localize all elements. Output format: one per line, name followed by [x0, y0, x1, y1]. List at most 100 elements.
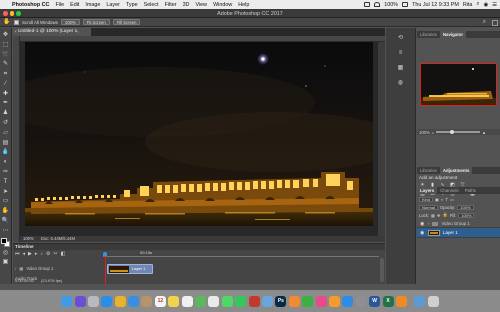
hand-tool-icon[interactable]: ✋: [1, 207, 10, 216]
history-icon[interactable]: ⟲: [396, 34, 405, 42]
brush-tool-icon[interactable]: ✒: [1, 99, 10, 108]
dodge-tool-icon[interactable]: ◐: [1, 158, 10, 167]
workspace-icon[interactable]: [492, 19, 498, 26]
dock-photo-booth-icon[interactable]: [248, 295, 260, 307]
vertical-ruler[interactable]: [13, 36, 20, 242]
battery-icon[interactable]: [402, 2, 409, 7]
dock-chrome-icon[interactable]: [114, 295, 126, 307]
settings-icon[interactable]: ⚙: [46, 251, 50, 257]
rectangle-tool-icon[interactable]: ▭: [1, 197, 10, 206]
dock-maps-icon[interactable]: [195, 295, 207, 307]
transition-icon[interactable]: ◧: [61, 251, 66, 257]
menu-filter[interactable]: Filter: [165, 2, 177, 8]
zoom-out-icon[interactable]: ▵: [432, 130, 434, 135]
navigator-zoom-slider[interactable]: [435, 129, 480, 134]
dock-calendar-icon[interactable]: 12: [154, 295, 166, 307]
canvas[interactable]: [25, 42, 373, 226]
dock-itunes-icon[interactable]: [315, 295, 327, 307]
foreground-color-swatch[interactable]: [1, 238, 7, 245]
layer-row-video-group[interactable]: ◉ › Video Group 1: [417, 220, 500, 228]
navigator-preview[interactable]: [420, 63, 497, 106]
dock-excel-icon[interactable]: X: [382, 295, 394, 307]
navigator-zoom-knob[interactable]: [449, 129, 454, 134]
lock-all-icon[interactable]: 🔒: [443, 212, 448, 218]
blur-tool-icon[interactable]: 💧: [1, 148, 10, 157]
lasso-tool-icon[interactable]: ➰: [1, 51, 10, 60]
gradient-tool-icon[interactable]: ▤: [1, 139, 10, 148]
timeline-title[interactable]: Timeline: [13, 244, 385, 250]
battery-percent[interactable]: 100%: [384, 2, 398, 8]
playhead-line[interactable]: [105, 256, 106, 285]
quick-select-tool-icon[interactable]: ✎: [1, 60, 10, 69]
properties-icon[interactable]: ≡: [396, 49, 405, 57]
fill-field[interactable]: 100%: [458, 212, 475, 218]
dock-preview-icon[interactable]: [261, 295, 273, 307]
split-icon[interactable]: ✂: [53, 251, 57, 257]
dock-notes-icon[interactable]: [168, 295, 180, 307]
dock-safari-icon[interactable]: [101, 295, 113, 307]
next-frame-icon[interactable]: ▸: [35, 251, 38, 257]
filter-adjustment-icon[interactable]: ◐: [441, 197, 444, 202]
filter-pixel-icon[interactable]: ▣: [435, 197, 439, 202]
tab-paths[interactable]: Paths: [462, 187, 479, 194]
dock-facetime-icon[interactable]: [235, 295, 247, 307]
dock-system-preferences-icon[interactable]: [355, 295, 367, 307]
dock-downloads-icon[interactable]: [414, 295, 426, 307]
dock-word-icon[interactable]: W: [369, 295, 381, 307]
layer-kind-filter[interactable]: Kind: [419, 196, 434, 202]
dock-ibooks-icon[interactable]: [328, 295, 340, 307]
blend-mode-select[interactable]: Normal: [419, 204, 438, 210]
menu-image[interactable]: Image: [85, 2, 100, 8]
color-icon[interactable]: ◍: [396, 79, 405, 87]
menu-select[interactable]: Select: [144, 2, 159, 8]
screen-mode-icon[interactable]: ▣: [1, 258, 10, 267]
dock-numbers-icon[interactable]: [302, 295, 314, 307]
menu-window[interactable]: Window: [213, 2, 232, 8]
layer-row-layer-1[interactable]: ◉ Layer 1: [417, 228, 500, 238]
swatches-icon[interactable]: ▦: [396, 64, 405, 72]
fill-screen-button[interactable]: Fill Screen: [112, 19, 141, 25]
lock-pixels-icon[interactable]: ▦: [431, 213, 435, 218]
previous-frame-icon[interactable]: ◂: [23, 251, 26, 257]
eraser-tool-icon[interactable]: ▱: [1, 129, 10, 138]
menu-3d[interactable]: 3D: [183, 2, 190, 8]
timeline-scrollbar[interactable]: [380, 258, 384, 282]
tab-libraries-2[interactable]: Libraries: [417, 167, 440, 174]
quick-mask-icon[interactable]: ◎: [1, 249, 10, 258]
tab-adjustments[interactable]: Adjustments: [439, 167, 473, 174]
marquee-tool-icon[interactable]: ⬚: [1, 41, 10, 50]
visibility-eye-icon[interactable]: ◉: [420, 221, 425, 227]
zoom-100-button[interactable]: 100%: [60, 19, 80, 25]
clock[interactable]: Thu Jul 12 9:33 PM: [412, 2, 459, 8]
airplay-icon[interactable]: [364, 2, 371, 7]
menu-type[interactable]: Type: [126, 2, 138, 8]
first-frame-icon[interactable]: ⏮: [15, 251, 20, 257]
dock-app-store-icon[interactable]: [342, 295, 354, 307]
filter-type-icon[interactable]: T: [446, 197, 449, 202]
spotlight-icon[interactable]: ⌕: [476, 1, 479, 8]
history-brush-tool-icon[interactable]: ↺: [1, 119, 10, 128]
dock-trash-icon[interactable]: [427, 295, 439, 307]
expand-group-icon[interactable]: ›: [428, 221, 429, 226]
dock-reminders-icon[interactable]: [181, 295, 193, 307]
tab-layers[interactable]: Layers: [417, 187, 438, 194]
track-expand-icon[interactable]: ›: [15, 266, 16, 271]
siri-icon[interactable]: ◉: [483, 2, 488, 8]
color-swatches[interactable]: [1, 238, 10, 248]
video-clip[interactable]: Layer 1: [107, 264, 153, 274]
audio-icon[interactable]: ♪: [40, 251, 43, 257]
dock-contacts-icon[interactable]: [141, 295, 153, 307]
status-zoom[interactable]: 100%: [23, 236, 34, 242]
dock-photos-icon[interactable]: [208, 295, 220, 307]
opacity-field[interactable]: 100%: [457, 204, 474, 210]
tab-navigator[interactable]: Navigator: [439, 31, 467, 38]
wifi-icon[interactable]: [374, 2, 381, 7]
menu-view[interactable]: View: [195, 2, 207, 8]
path-selection-tool-icon[interactable]: ➤: [1, 188, 10, 197]
tab-channels[interactable]: Channels: [437, 187, 462, 194]
pen-tool-icon[interactable]: ✑: [1, 168, 10, 177]
lock-position-icon[interactable]: ✥: [437, 213, 441, 218]
healing-brush-tool-icon[interactable]: ✚: [1, 90, 10, 99]
dock-photoshop-icon[interactable]: Ps: [275, 295, 287, 307]
fit-screen-button[interactable]: Fit Screen: [82, 19, 110, 25]
